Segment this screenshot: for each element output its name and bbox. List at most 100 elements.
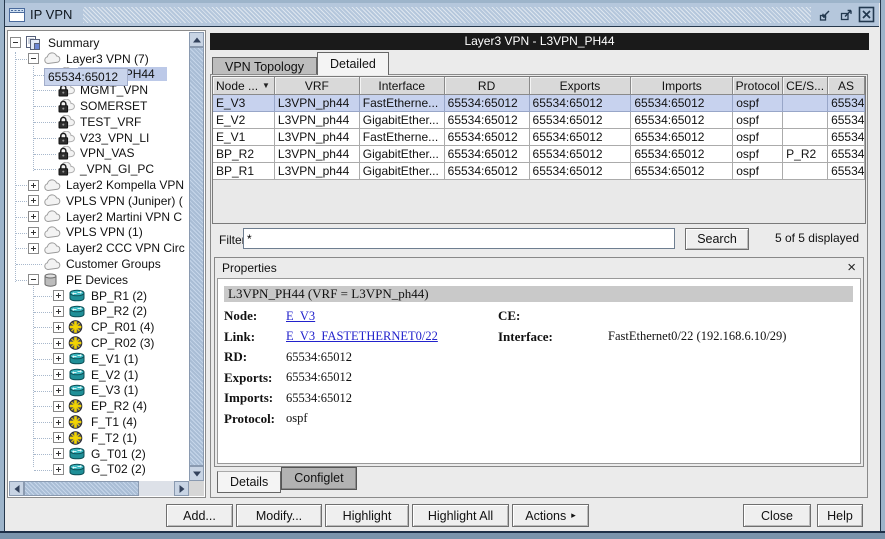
close-icon[interactable]: × [847,261,856,275]
tree-item-bp-r2-2[interactable]: BP_R2 (2) [9,304,189,320]
expand-icon[interactable] [53,353,64,364]
tab-detailed[interactable]: Detailed [317,52,389,75]
tree-item-summary[interactable]: Summary [9,35,189,51]
modify-button[interactable]: Modify... [236,504,322,527]
tree-item-layer3-vpn-7[interactable]: Layer3 VPN (7) [9,51,189,67]
expand-icon[interactable] [53,464,64,475]
minimize-button[interactable] [816,6,833,23]
tab-details[interactable]: Details [217,471,281,493]
tree-item-f-t2-1[interactable]: F_T2 (1) [9,430,189,446]
expand-icon[interactable] [28,195,39,206]
table-cell [783,163,828,180]
tree-item-vpn-vas[interactable]: VPN_VAS [9,146,189,162]
actions-button[interactable]: Actions▸ [512,504,589,527]
expand-icon[interactable] [28,243,39,254]
collapse-icon[interactable] [28,274,39,285]
column-header-protocol[interactable]: Protocol [733,77,783,95]
add-button[interactable]: Add... [166,504,233,527]
expand-icon[interactable] [53,306,64,317]
tree-item-ep-r2-4[interactable]: EP_R2 (4) [9,398,189,414]
tree-item-somerset[interactable]: SOMERSET [9,98,189,114]
highlight-button[interactable]: Highlight [325,504,409,527]
column-header-ce-s[interactable]: CE/S... [783,77,828,95]
column-header-as[interactable]: AS [828,77,865,95]
expand-icon[interactable] [53,338,64,349]
titlebar[interactable]: IP VPN [5,3,879,27]
expand-icon[interactable] [53,385,64,396]
expand-icon[interactable] [53,448,64,459]
tree-item-vpls-vpn-juniper[interactable]: VPLS VPN (Juniper) ( [9,193,189,209]
tree-item-cp-r01-4[interactable]: CP_R01 (4) [9,319,189,335]
search-button[interactable]: Search [685,228,749,250]
close-button[interactable]: Close [743,504,811,527]
table-row-e-v3[interactable]: E_V3L3VPN_ph44FastEtherne...65534:650126… [213,95,865,112]
maximize-button[interactable] [837,6,854,23]
expand-icon[interactable] [53,322,64,333]
close-button[interactable] [858,6,875,23]
column-header-rd[interactable]: RD [445,77,530,95]
table-cell: 65534:65012 [530,163,632,180]
scroll-up-icon[interactable] [189,32,204,47]
tree-item-e-v2-1[interactable]: E_V2 (1) [9,367,189,383]
tree-item-layer2-kompella-vpn[interactable]: Layer2 Kompella VPN [9,177,189,193]
tree-item-customer-groups[interactable]: Customer Groups [9,256,189,272]
filter-input[interactable] [243,228,675,249]
tree-item-label: G_T02 (2) [89,462,148,476]
table-row-bp-r2[interactable]: BP_R2L3VPN_ph44GigabitEther...65534:6501… [213,146,865,163]
tree-item-layer2-ccc-vpn-circ[interactable]: Layer2 CCC VPN Circ [9,240,189,256]
column-header-node[interactable]: Node ...▼ [213,77,275,95]
tree-item-g-t01-2[interactable]: G_T01 (2) [9,446,189,462]
tree-item-vpls-vpn-1[interactable]: VPLS VPN (1) [9,225,189,241]
help-button[interactable]: Help [817,504,863,527]
table-cell: 65534 [828,112,865,129]
table-row-e-v1[interactable]: E_V1L3VPN_ph44FastEtherne...65534:650126… [213,129,865,146]
vertical-scroll-thumb[interactable] [189,47,204,466]
lock-icon [57,131,75,145]
link-property-value[interactable]: E_V3 [286,309,498,324]
scroll-down-icon[interactable] [189,466,204,481]
expand-icon[interactable] [53,417,64,428]
column-header-imports[interactable]: Imports [631,77,733,95]
expand-icon[interactable] [28,227,39,238]
tree-item-test-vrf[interactable]: TEST_VRF [9,114,189,130]
tree-item-v23-vpn-li[interactable]: V23_VPN_LI [9,130,189,146]
highlight-all-button[interactable]: Highlight All [412,504,509,527]
expand-icon[interactable] [53,432,64,443]
table-cell: L3VPN_ph44 [275,112,360,129]
tree-item-vpn-gi-pc[interactable]: _VPN_GI_PC [9,161,189,177]
table-row-bp-r1[interactable]: BP_R1L3VPN_ph44GigabitEther...65534:6501… [213,163,865,180]
tree-item-e-v3-1[interactable]: E_V3 (1) [9,383,189,399]
scroll-right-icon[interactable] [174,481,189,496]
column-header-interface[interactable]: Interface [360,77,445,95]
horizontal-scroll-track[interactable] [139,481,174,496]
column-header-vrf[interactable]: VRF [275,77,360,95]
tree-item-label: SOMERSET [78,99,149,113]
column-header-label: Exports [560,79,601,93]
scroll-left-icon[interactable] [9,481,24,496]
tree-item-e-v1-1[interactable]: E_V1 (1) [9,351,189,367]
tree-item-cp-r02-3[interactable]: CP_R02 (3) [9,335,189,351]
tree-item-layer2-martini-vpn-c[interactable]: Layer2 Martini VPN C [9,209,189,225]
expand-icon[interactable] [28,211,39,222]
property-value: 65534:65012 [286,350,498,365]
expand-icon[interactable] [53,401,64,412]
expand-icon[interactable] [53,290,64,301]
router-icon [68,289,86,303]
collapse-icon[interactable] [10,37,21,48]
tree-item-f-t1-4[interactable]: F_T1 (4) [9,414,189,430]
tree-vertical-scrollbar[interactable] [189,32,204,481]
expand-icon[interactable] [28,180,39,191]
tree-horizontal-scrollbar[interactable] [9,481,189,496]
scrollbar-corner [189,481,204,496]
tab-configlet[interactable]: Configlet [281,467,356,490]
collapse-icon[interactable] [28,53,39,64]
column-header-exports[interactable]: Exports [530,77,632,95]
tree-item-g-t02-2[interactable]: G_T02 (2) [9,462,189,478]
horizontal-scroll-thumb[interactable] [24,481,139,496]
link-property-value[interactable]: E_V3_FASTETHERNET0/22 [286,329,498,344]
tab-vpn-topology[interactable]: VPN Topology [212,57,317,75]
tree-item-pe-devices[interactable]: PE Devices [9,272,189,288]
table-row-e-v2[interactable]: E_V2L3VPN_ph44GigabitEther...65534:65012… [213,112,865,129]
tree-item-bp-r1-2[interactable]: BP_R1 (2) [9,288,189,304]
expand-icon[interactable] [53,369,64,380]
